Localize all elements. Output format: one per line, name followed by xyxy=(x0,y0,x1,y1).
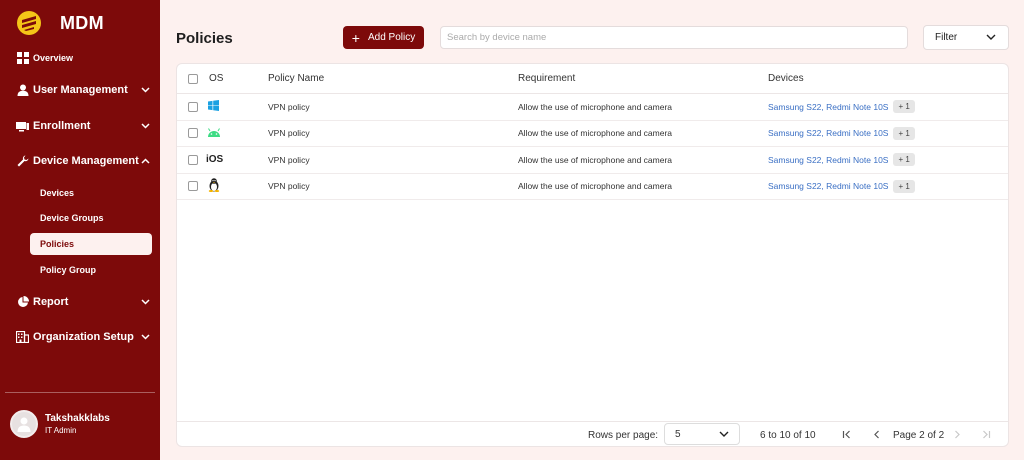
devices-link[interactable]: Samsung S22, Redmi Note 10S xyxy=(768,181,888,191)
sidebar-item-enrollment[interactable]: Enrollment xyxy=(16,115,150,137)
plus-icon: + xyxy=(351,29,360,46)
column-header-os[interactable]: OS xyxy=(209,64,223,93)
sidebar-sub-item-policy-group[interactable]: Policy Group xyxy=(30,259,152,281)
chevron-up-icon[interactable] xyxy=(140,156,150,166)
rows-per-page-value: 5 xyxy=(675,428,681,440)
sidebar-sub-item-device-groups[interactable]: Device Groups xyxy=(30,207,152,229)
sidebar-item-label: Enrollment xyxy=(33,120,91,132)
more-devices-badge[interactable]: + 1 xyxy=(893,153,915,167)
windows-icon xyxy=(208,100,219,113)
add-policy-button[interactable]: + Add Policy xyxy=(343,26,424,49)
sidebar-item-organization-setup[interactable]: Organization Setup xyxy=(16,326,150,348)
sidebar-item-device-management[interactable]: Device Management xyxy=(16,150,150,172)
rows-per-page-label: Rows per page: xyxy=(588,429,659,441)
column-header-devices[interactable]: Devices xyxy=(768,64,804,93)
android-icon xyxy=(207,127,221,139)
table-pagination: Rows per page: 5 6 to 10 of 10 Page 2 of… xyxy=(177,421,1008,446)
chevron-down-icon[interactable] xyxy=(140,297,150,307)
sidebar-item-label: Overview xyxy=(33,53,74,63)
policy-requirement: Allow the use of microphone and camera xyxy=(518,154,673,165)
select-all-checkbox[interactable] xyxy=(188,73,198,84)
devices-link[interactable]: Samsung S22, Redmi Note 10S xyxy=(768,155,888,165)
table-row[interactable]: VPN policy Allow the use of microphone a… xyxy=(177,94,1008,121)
filter-label: Filter xyxy=(935,32,958,43)
table-row[interactable]: VPN policy Allow the use of microphone a… xyxy=(177,121,1008,147)
sidebar-item-user-management[interactable]: User Management xyxy=(16,79,150,101)
policy-requirement: Allow the use of microphone and camera xyxy=(518,101,673,112)
last-page-icon[interactable] xyxy=(979,427,993,441)
table-header: OS Policy Name Requirement Devices xyxy=(177,64,1008,94)
chevron-down-icon[interactable] xyxy=(140,121,150,131)
policy-requirement: Allow the use of microphone and camera xyxy=(518,128,673,139)
sidebar-item-label: Report xyxy=(33,296,69,308)
sidebar-item-label: User Management xyxy=(33,84,128,96)
column-header-requirement[interactable]: Requirement xyxy=(518,64,575,93)
more-devices-badge[interactable]: + 1 xyxy=(893,126,915,140)
sidebar-item-label: Organization Setup xyxy=(33,331,134,343)
building-icon xyxy=(16,331,29,344)
more-devices-badge[interactable]: + 1 xyxy=(893,179,915,193)
devices-link[interactable]: Samsung S22, Redmi Note 10S xyxy=(768,128,888,138)
wrench-icon xyxy=(16,155,29,168)
user-icon xyxy=(16,84,29,97)
devices-link[interactable]: Samsung S22, Redmi Note 10S xyxy=(768,102,888,112)
first-page-icon[interactable] xyxy=(840,427,854,441)
pagination-range: 6 to 10 of 10 xyxy=(760,429,816,441)
avatar xyxy=(10,410,38,438)
filter-dropdown[interactable]: Filter xyxy=(923,25,1009,50)
sidebar-item-report[interactable]: Report xyxy=(16,291,150,313)
grid-icon xyxy=(16,52,29,65)
sidebar-item-label: Device Management xyxy=(33,155,139,167)
policy-requirement: Allow the use of microphone and camera xyxy=(518,181,673,192)
policy-name: VPN policy xyxy=(268,181,310,192)
page-indicator: Page 2 of 2 xyxy=(893,429,945,441)
table-row[interactable]: VPN policy Allow the use of microphone a… xyxy=(177,174,1008,200)
policy-name: VPN policy xyxy=(268,128,310,139)
chevron-down-icon[interactable] xyxy=(140,85,150,95)
brand-name: MDM xyxy=(60,12,104,33)
user-role: IT Admin xyxy=(45,426,77,435)
search-input[interactable] xyxy=(440,26,908,49)
rows-per-page-select[interactable]: 5 xyxy=(664,423,740,445)
ios-icon: iOS xyxy=(206,154,224,166)
sidebar: MDM Overview User Management Enrollment … xyxy=(0,0,160,460)
chevron-down-icon xyxy=(719,429,729,440)
column-header-policy-name[interactable]: Policy Name xyxy=(268,64,324,93)
add-policy-label: Add Policy xyxy=(367,32,416,43)
sidebar-sub-item-policies[interactable]: Policies xyxy=(30,233,152,255)
pie-chart-icon xyxy=(16,296,29,309)
brand[interactable]: MDM xyxy=(16,9,104,37)
sidebar-divider xyxy=(5,392,155,393)
policy-name: VPN policy xyxy=(268,101,310,112)
page-title: Policies xyxy=(176,30,233,47)
chevron-down-icon xyxy=(986,32,996,43)
next-page-icon[interactable] xyxy=(950,427,964,441)
row-checkbox[interactable] xyxy=(188,154,198,165)
monitor-icon xyxy=(16,120,29,133)
previous-page-icon[interactable] xyxy=(870,427,884,441)
row-checkbox[interactable] xyxy=(188,101,198,112)
user-profile[interactable]: Takshakklabs IT Admin xyxy=(10,410,110,438)
mdm-logo-icon xyxy=(16,10,42,36)
sidebar-sub-item-devices[interactable]: Devices xyxy=(30,182,152,204)
chevron-down-icon[interactable] xyxy=(140,332,150,342)
more-devices-badge[interactable]: + 1 xyxy=(893,100,915,114)
user-name: Takshakklabs xyxy=(45,413,110,424)
table-row[interactable]: iOS VPN policy Allow the use of micropho… xyxy=(177,147,1008,174)
policy-name: VPN policy xyxy=(268,154,310,165)
linux-icon xyxy=(208,178,220,194)
sidebar-item-overview[interactable]: Overview xyxy=(16,47,150,69)
policies-table: OS Policy Name Requirement Devices VPN p… xyxy=(176,63,1009,447)
row-checkbox[interactable] xyxy=(188,181,198,192)
row-checkbox[interactable] xyxy=(188,128,198,139)
